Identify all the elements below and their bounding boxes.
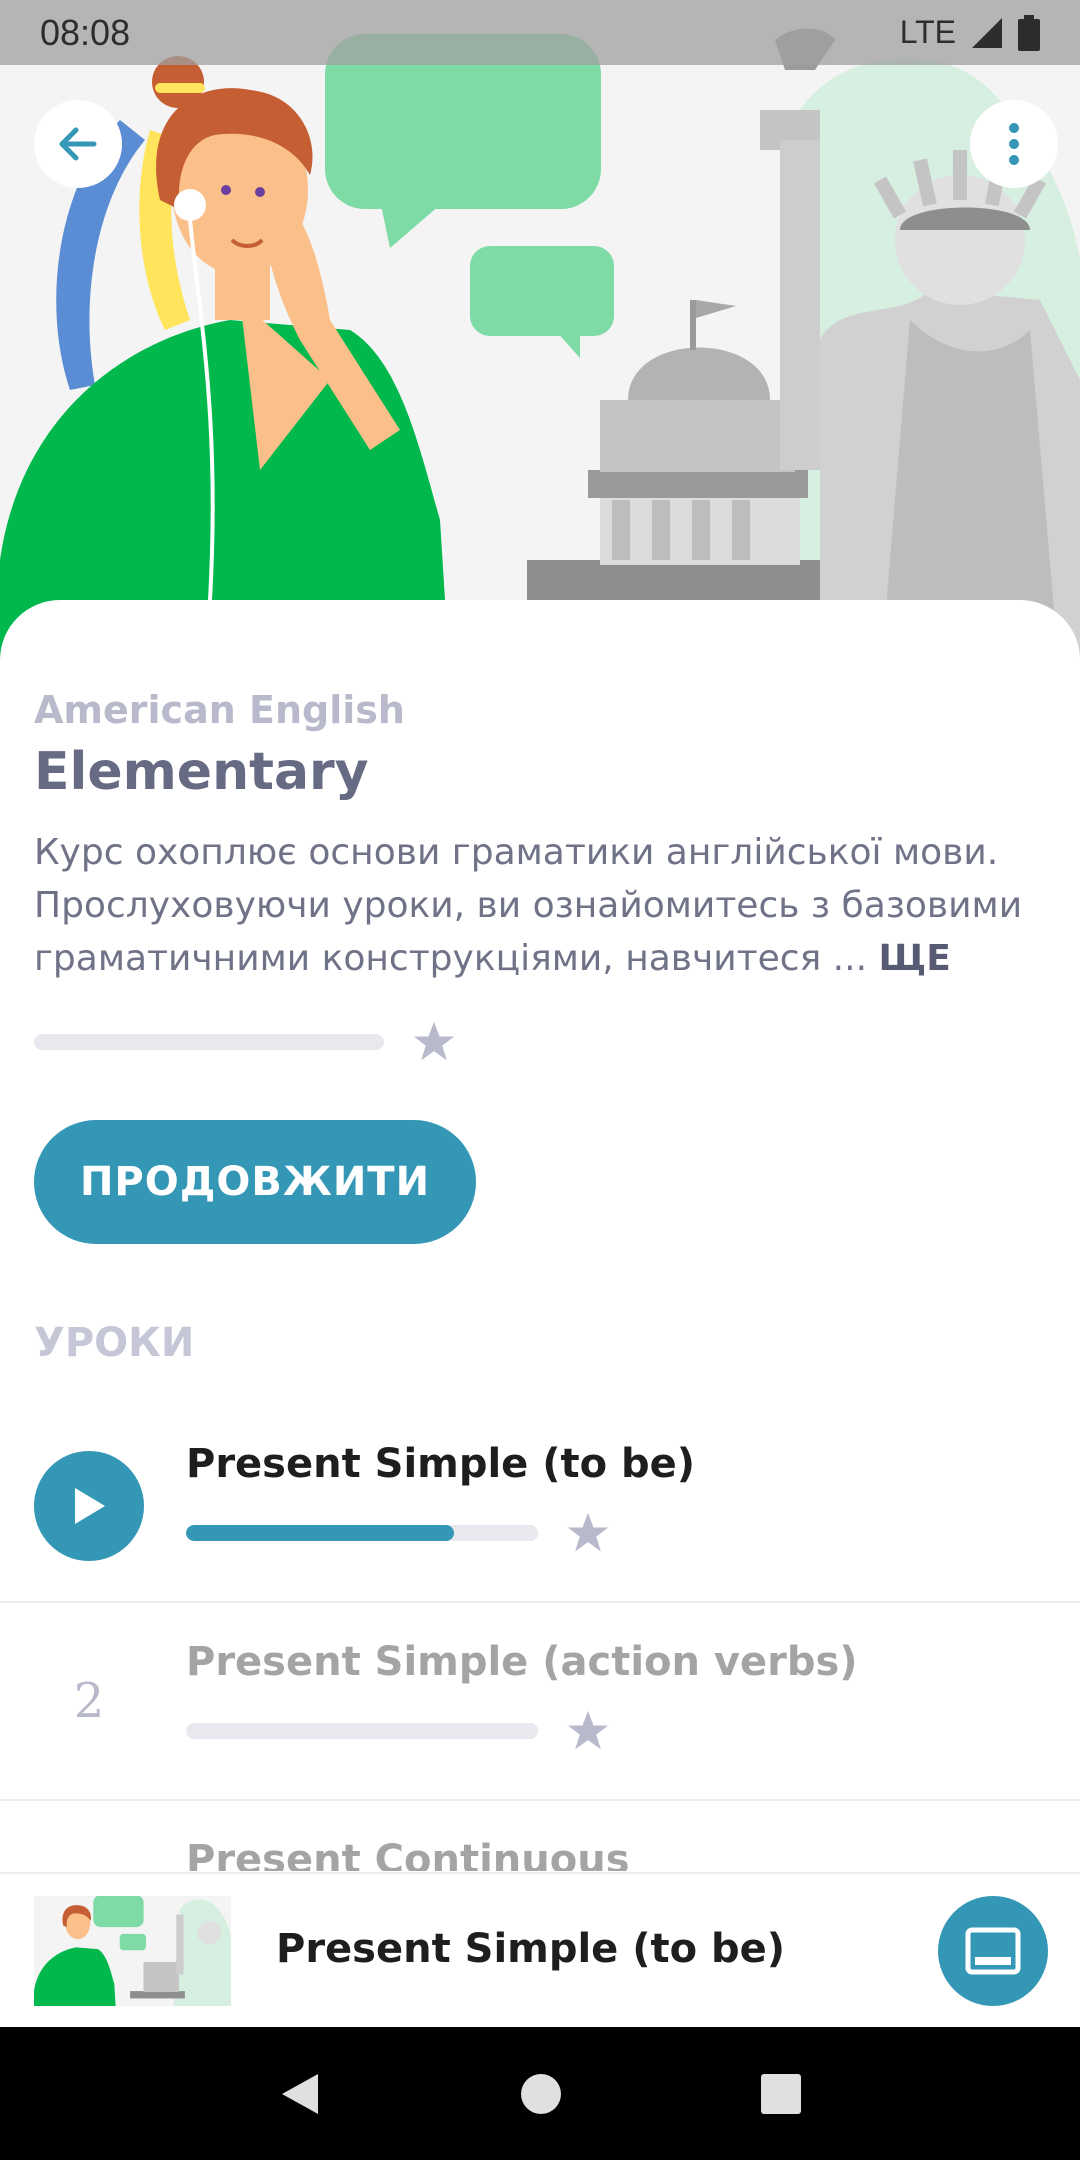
lesson-row[interactable]: 2 Present Simple (action verbs) bbox=[0, 1603, 1080, 1801]
more-options-button[interactable] bbox=[970, 100, 1058, 188]
play-button[interactable] bbox=[34, 1451, 144, 1561]
signal-icon bbox=[972, 17, 1002, 48]
battery-icon bbox=[1018, 14, 1040, 51]
course-description-text: Курс охоплює основи граматики англійсько… bbox=[34, 832, 1023, 979]
lesson-progress-bar bbox=[186, 1723, 538, 1739]
expand-player-button[interactable] bbox=[938, 1896, 1048, 2006]
star-icon bbox=[567, 1512, 609, 1552]
course-cover-illustration bbox=[0, 0, 1080, 680]
lesson-number: 2 bbox=[73, 1673, 105, 1729]
screen-expand-icon bbox=[965, 1927, 1021, 1975]
arrow-left-icon bbox=[59, 127, 97, 161]
mini-player[interactable]: Present Simple (to be) bbox=[0, 1872, 1080, 2027]
star-icon bbox=[567, 1710, 609, 1750]
lesson-progress-bar bbox=[186, 1525, 538, 1541]
lesson-progress-fill bbox=[186, 1525, 454, 1541]
status-icons: LTE bbox=[900, 14, 1040, 51]
lessons-section-header: УРОКИ bbox=[34, 1320, 195, 1366]
lesson-title: Present Simple (to be) bbox=[186, 1441, 696, 1487]
system-navigation-bar bbox=[0, 2027, 1080, 2160]
more-vertical-icon bbox=[1009, 123, 1019, 165]
back-button[interactable] bbox=[34, 100, 122, 188]
continue-button[interactable]: ПРОДОВЖИТИ bbox=[34, 1120, 476, 1244]
star-icon bbox=[413, 1021, 455, 1061]
status-time: 08:08 bbox=[40, 11, 131, 53]
lesson-title: Present Simple (action verbs) bbox=[186, 1639, 858, 1685]
mini-player-thumbnail bbox=[34, 1896, 231, 2006]
read-more-link[interactable]: ЩЕ bbox=[878, 938, 950, 979]
status-bar: 08:08 LTE bbox=[0, 0, 1080, 65]
nav-recents-icon[interactable] bbox=[760, 2073, 802, 2115]
course-level-title: Elementary bbox=[34, 742, 369, 802]
mini-player-title: Present Simple (to be) bbox=[276, 1926, 786, 1972]
lesson-row[interactable]: Present Continuous bbox=[0, 1801, 1080, 1871]
course-description: Курс охоплює основи граматики англійсько… bbox=[34, 826, 1034, 985]
network-type-label: LTE bbox=[899, 14, 956, 50]
nav-home-icon[interactable] bbox=[519, 2072, 563, 2116]
course-progress-bar bbox=[34, 1034, 384, 1050]
course-language: American English bbox=[34, 688, 405, 732]
lesson-title: Present Continuous bbox=[186, 1837, 630, 1871]
lesson-row[interactable]: Present Simple (to be) bbox=[0, 1405, 1080, 1603]
nav-back-icon[interactable] bbox=[278, 2070, 322, 2118]
play-icon bbox=[75, 1488, 105, 1524]
